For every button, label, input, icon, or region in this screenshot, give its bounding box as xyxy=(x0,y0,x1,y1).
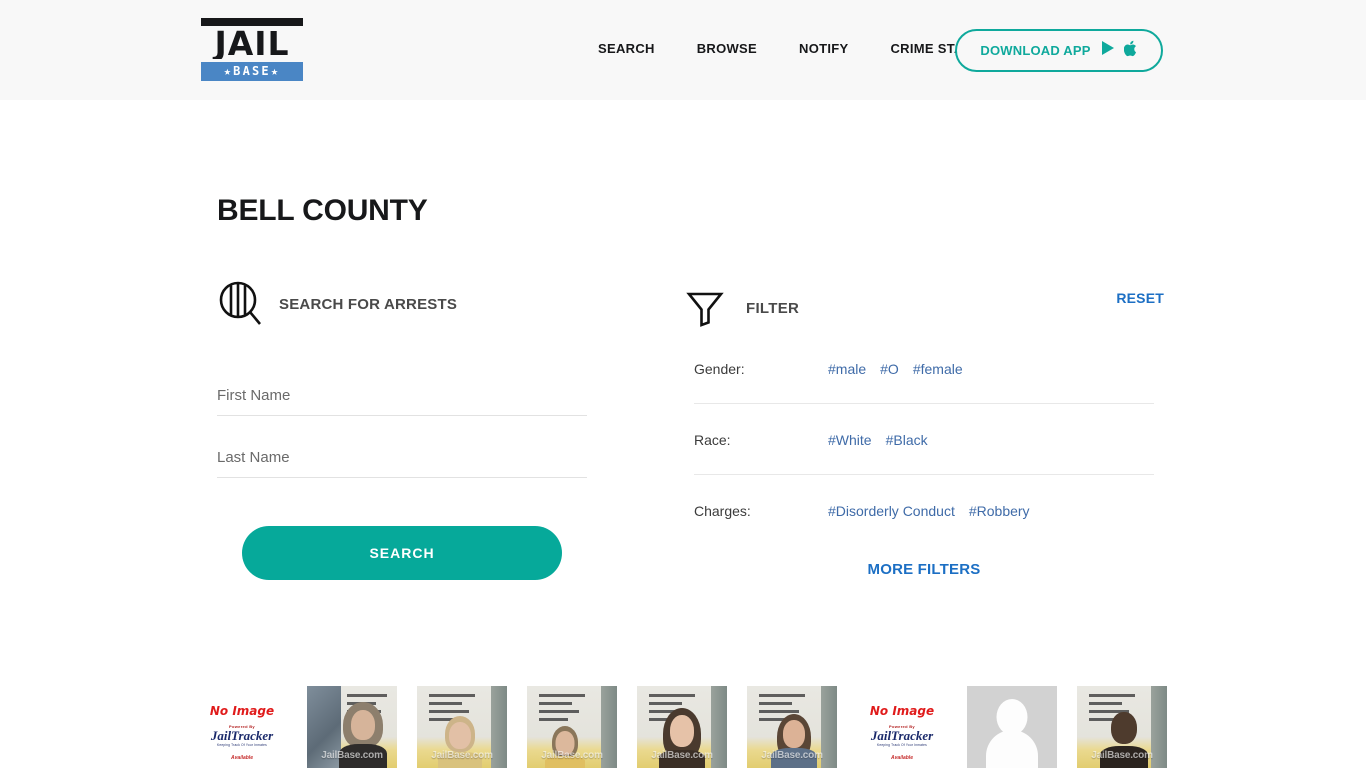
apple-icon xyxy=(1123,40,1138,62)
avatar-silhouette-body xyxy=(986,730,1038,768)
search-for-arrests-panel: SEARCH FOR ARRESTS SEARCH xyxy=(217,278,587,580)
no-image-footer: Available xyxy=(231,755,253,761)
mugshot-head xyxy=(1110,712,1137,744)
jailbase-watermark: JailBase.com xyxy=(541,750,603,761)
last-name-input[interactable] xyxy=(217,438,587,478)
jailbase-watermark: JailBase.com xyxy=(431,750,493,761)
mugshot-head xyxy=(449,722,472,749)
thumbnail-mugshot-3[interactable]: JailBase.com xyxy=(417,686,507,768)
nav-browse[interactable]: BROWSE xyxy=(697,41,757,56)
thumbnail-no-image-1[interactable]: No Image Powered By JailTracker Keeping … xyxy=(197,686,287,768)
filter-divider-1 xyxy=(694,403,1154,404)
filter-label-race: Race: xyxy=(694,432,731,448)
page-title: BELL COUNTY xyxy=(217,194,428,227)
first-name-input[interactable] xyxy=(217,376,587,416)
jailtracker-tagline: Keeping Track Of Your Inmates xyxy=(217,743,267,747)
mugshot-head xyxy=(350,710,375,740)
search-panel-title: SEARCH FOR ARRESTS xyxy=(279,295,458,313)
reset-filters-link[interactable]: RESET xyxy=(1116,290,1164,306)
download-app-label: DOWNLOAD APP xyxy=(980,43,1091,58)
filter-tag-black[interactable]: #Black xyxy=(886,430,928,450)
thumbnail-mugshot-6[interactable]: JailBase.com xyxy=(747,686,837,768)
height-chart xyxy=(539,694,585,728)
mugshot-head xyxy=(670,715,694,747)
no-image-title: No Image xyxy=(209,704,275,718)
jail-bars-magnifier-icon xyxy=(217,279,263,329)
filter-tag-robbery[interactable]: #Robbery xyxy=(969,501,1030,521)
more-filters-link[interactable]: MORE FILTERS xyxy=(694,561,1154,578)
jailbase-watermark: JailBase.com xyxy=(651,750,713,761)
logo-top-bar xyxy=(201,18,303,26)
jailtracker-logo: JailTracker xyxy=(210,728,274,743)
main-nav: SEARCH BROWSE NOTIFY CRIME STATS xyxy=(598,41,980,56)
filter-divider-2 xyxy=(694,474,1154,475)
thumbnail-mugshot-5[interactable]: JailBase.com xyxy=(637,686,727,768)
arrest-thumbnail-strip: No Image Powered By JailTracker Keeping … xyxy=(197,686,1197,768)
google-play-icon xyxy=(1100,40,1115,61)
download-app-button[interactable]: DOWNLOAD APP xyxy=(955,29,1163,72)
filter-tags-charges: #Disorderly Conduct #Robbery xyxy=(828,501,1030,521)
logo-base-text: ★BASE★ xyxy=(201,62,303,81)
jailtracker-tagline: Keeping Track Of Your Inmates xyxy=(877,743,927,747)
filter-tag-o[interactable]: #O xyxy=(880,359,899,379)
no-image-title: No Image xyxy=(869,704,935,718)
filter-tag-white[interactable]: #White xyxy=(828,430,872,450)
jailbase-watermark: JailBase.com xyxy=(761,750,823,761)
nav-search[interactable]: SEARCH xyxy=(598,41,655,56)
filter-label-gender: Gender: xyxy=(694,361,745,377)
jailbase-watermark: JailBase.com xyxy=(1091,750,1153,761)
no-image-footer: Available xyxy=(891,755,913,761)
filter-tag-disorderly-conduct[interactable]: #Disorderly Conduct xyxy=(828,501,955,521)
jailbase-watermark: JailBase.com xyxy=(321,750,383,761)
thumbnail-mugshot-2[interactable]: JailBase.com xyxy=(307,686,397,768)
jailbase-logo[interactable]: JAIL ★BASE★ xyxy=(201,18,303,81)
thumbnail-mugshot-4[interactable]: JailBase.com xyxy=(527,686,617,768)
thumbnail-no-image-7[interactable]: No Image Powered By JailTracker Keeping … xyxy=(857,686,947,768)
mugshot-head xyxy=(782,720,805,748)
thumbnail-avatar-placeholder-8[interactable] xyxy=(967,686,1057,768)
filter-row-race: Race: #White #Black xyxy=(694,430,1164,474)
nav-notify[interactable]: NOTIFY xyxy=(799,41,848,56)
filter-panel-header: FILTER RESET xyxy=(684,283,1164,333)
filter-tag-male[interactable]: #male xyxy=(828,359,866,379)
filter-row-gender: Gender: #male #O #female xyxy=(694,359,1164,403)
filter-panel: FILTER RESET Gender: #male #O #female Ra… xyxy=(684,283,1164,578)
filter-row-charges: Charges: #Disorderly Conduct #Robbery xyxy=(694,501,1164,545)
search-submit-button[interactable]: SEARCH xyxy=(242,526,562,580)
funnel-icon xyxy=(686,291,724,327)
filter-tag-female[interactable]: #female xyxy=(913,359,963,379)
search-panel-header: SEARCH FOR ARRESTS xyxy=(217,278,587,330)
filter-tags-race: #White #Black xyxy=(828,430,928,450)
thumbnail-mugshot-9[interactable]: JailBase.com xyxy=(1077,686,1167,768)
filter-panel-title: FILTER xyxy=(746,299,800,317)
filter-label-charges: Charges: xyxy=(694,503,751,519)
jailtracker-logo: JailTracker xyxy=(870,728,934,743)
site-header: JAIL ★BASE★ SEARCH BROWSE NOTIFY CRIME S… xyxy=(0,0,1366,100)
logo-jail-text: JAIL xyxy=(214,28,290,59)
filter-tags-gender: #male #O #female xyxy=(828,359,963,379)
